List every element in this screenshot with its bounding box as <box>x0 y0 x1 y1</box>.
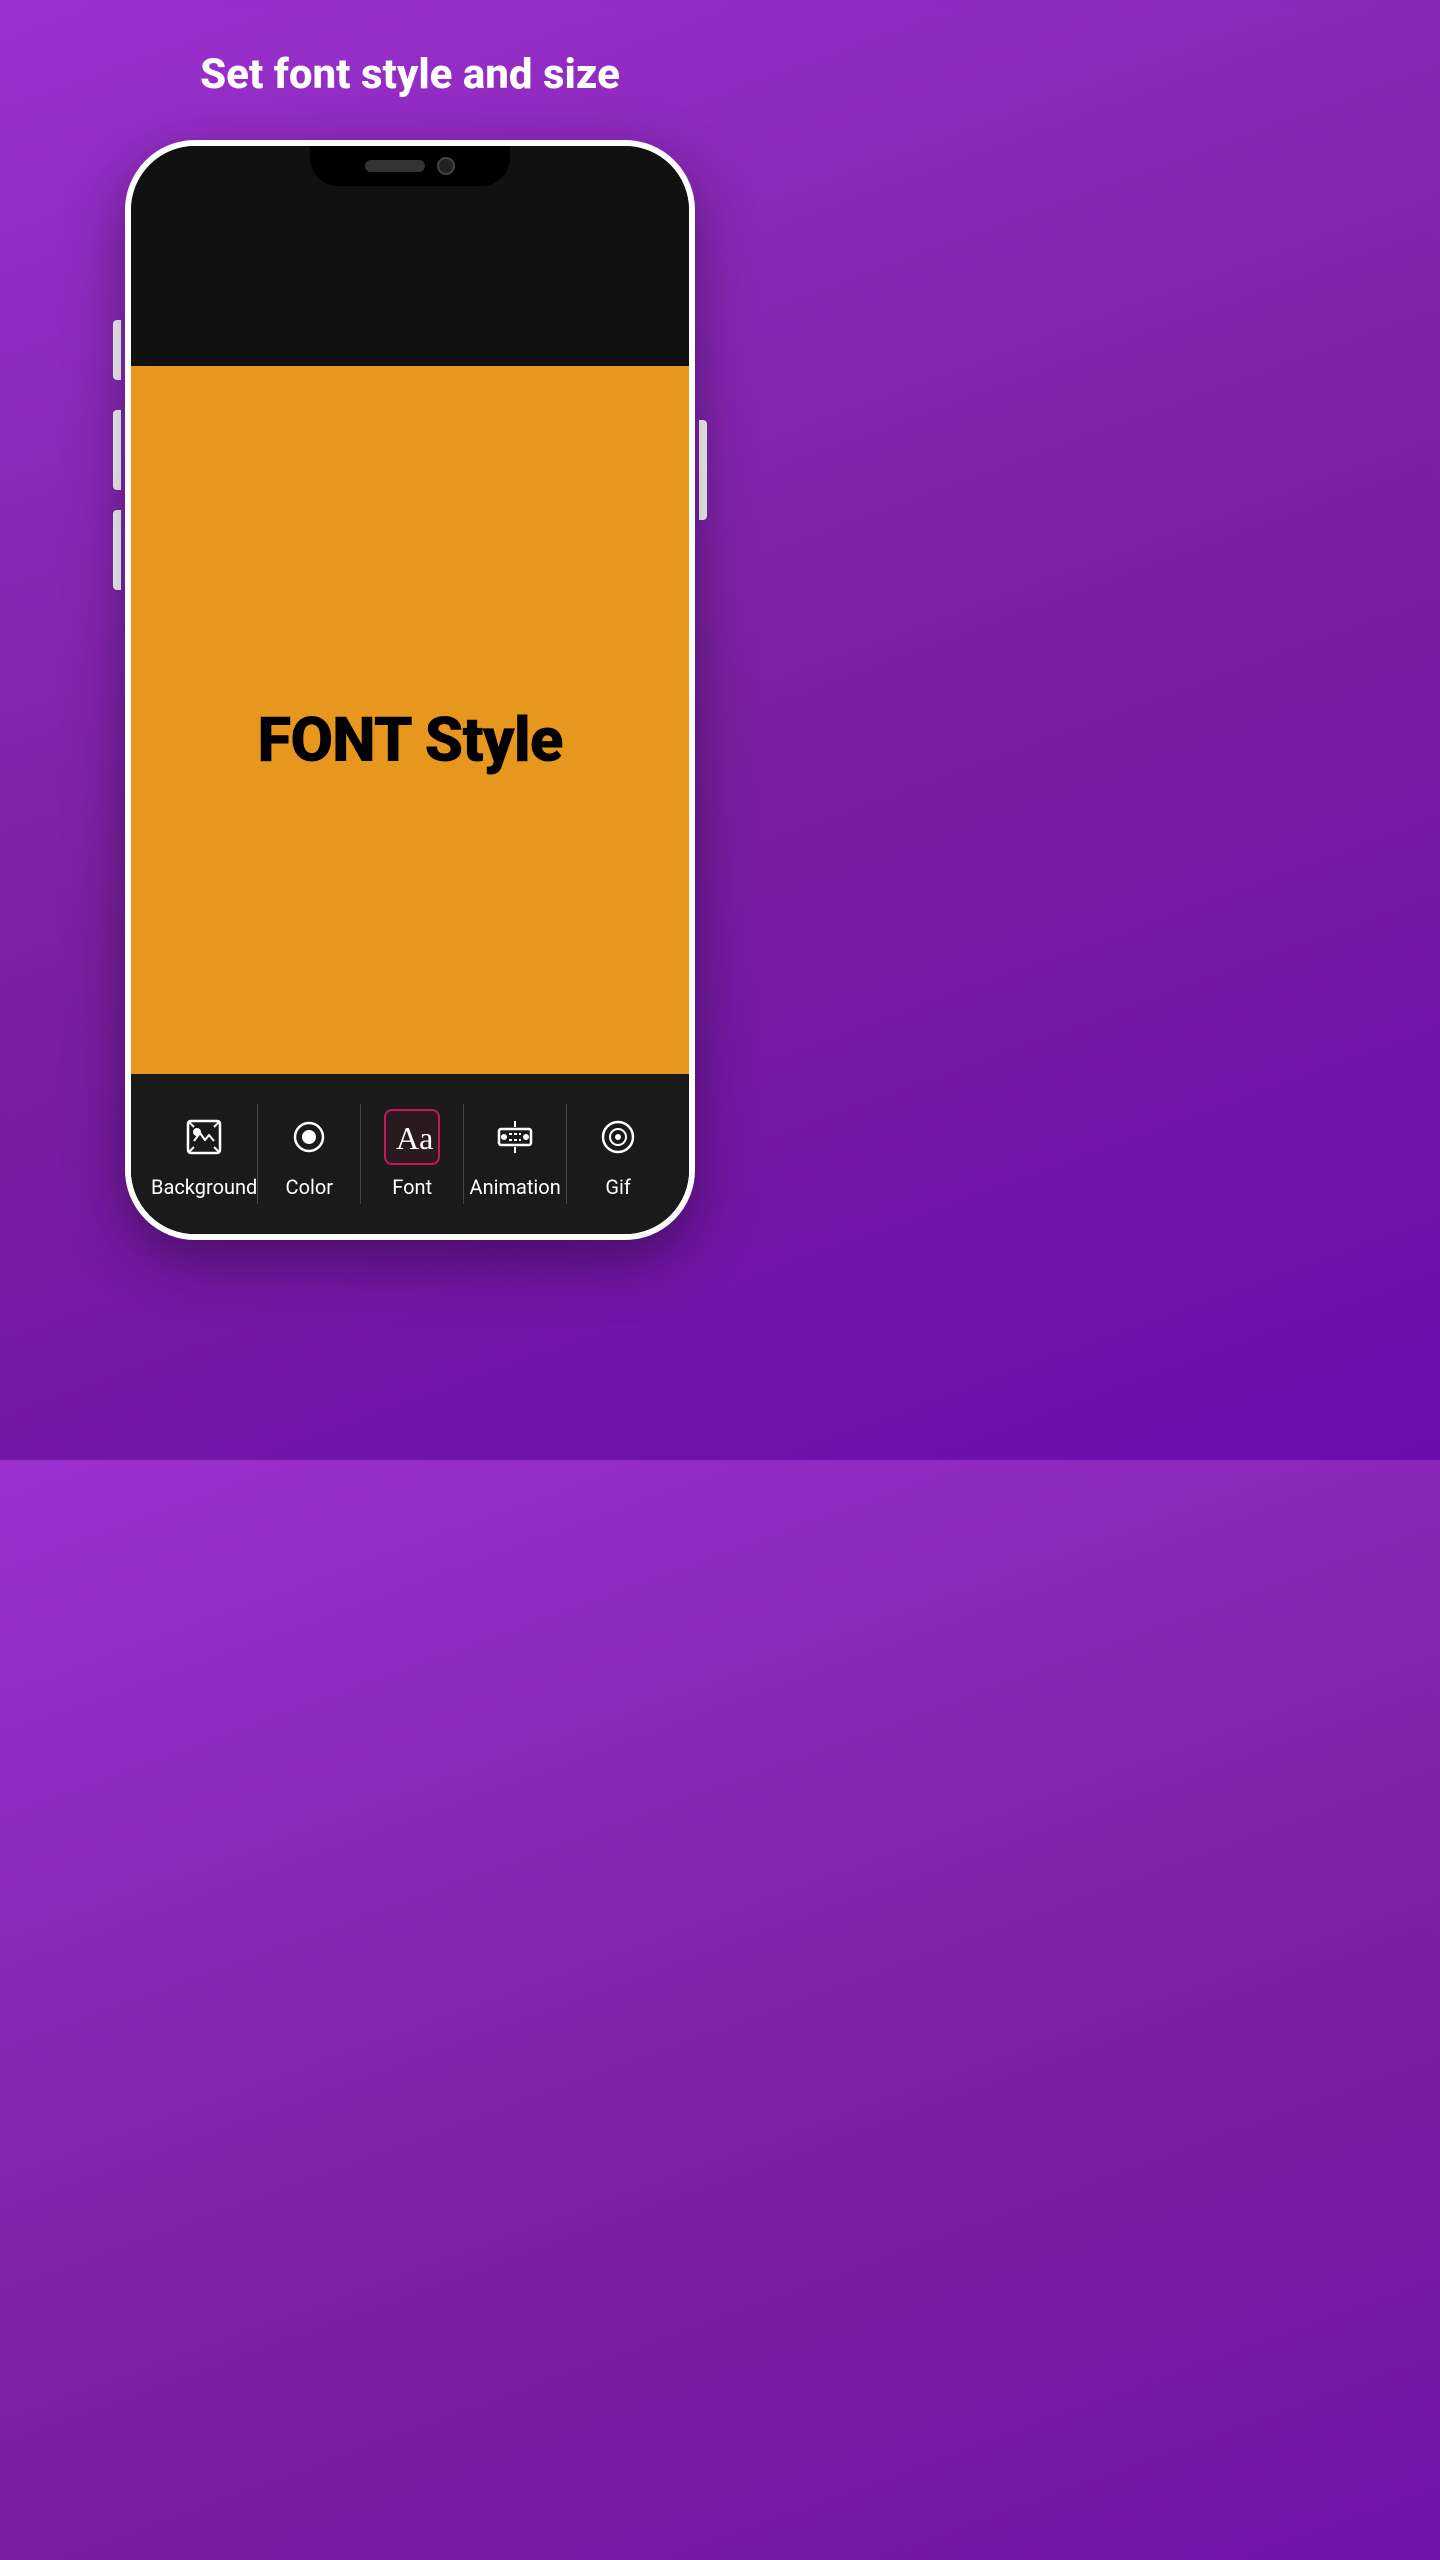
phone-button-power <box>699 420 707 520</box>
toolbar-item-color[interactable]: Color <box>258 1109 360 1199</box>
notch-speaker <box>365 160 425 172</box>
phone-button-volume-silent <box>113 320 121 380</box>
gif-icon <box>590 1109 646 1165</box>
font-style-display: FONT Style <box>257 704 562 777</box>
background-icon <box>176 1109 232 1165</box>
color-icon <box>281 1109 337 1165</box>
toolbar-label-color: Color <box>286 1175 333 1199</box>
toolbar-label-gif: Gif <box>605 1175 630 1199</box>
toolbar-item-font[interactable]: Aa Font <box>361 1109 463 1199</box>
svg-text:Aa: Aa <box>396 1120 433 1156</box>
notch-camera <box>437 157 455 175</box>
toolbar-label-background: Background <box>151 1175 257 1199</box>
animation-icon <box>487 1109 543 1165</box>
phone-mockup: FONT Style Style Style Style Style Style… <box>125 140 695 1240</box>
toolbar-item-animation[interactable]: Animation <box>464 1109 566 1199</box>
font-icon: Aa <box>384 1109 440 1165</box>
screen-orange-area: FONT Style <box>131 366 689 1114</box>
phone-button-volume-up <box>113 410 121 490</box>
phone-button-volume-down <box>113 510 121 590</box>
toolbar-label-animation: Animation <box>470 1175 561 1199</box>
page-title: Set font style and size <box>200 50 620 100</box>
phone-frame: FONT Style Style Style Style Style Style… <box>125 140 695 1240</box>
toolbar-label-font: Font <box>392 1175 432 1199</box>
bottom-toolbar: Background Color Aa <box>131 1074 689 1234</box>
toolbar-item-background[interactable]: Background <box>151 1109 257 1199</box>
toolbar-item-gif[interactable]: Gif <box>567 1109 669 1199</box>
phone-notch <box>310 146 510 186</box>
phone-screen: FONT Style <box>131 146 689 1234</box>
